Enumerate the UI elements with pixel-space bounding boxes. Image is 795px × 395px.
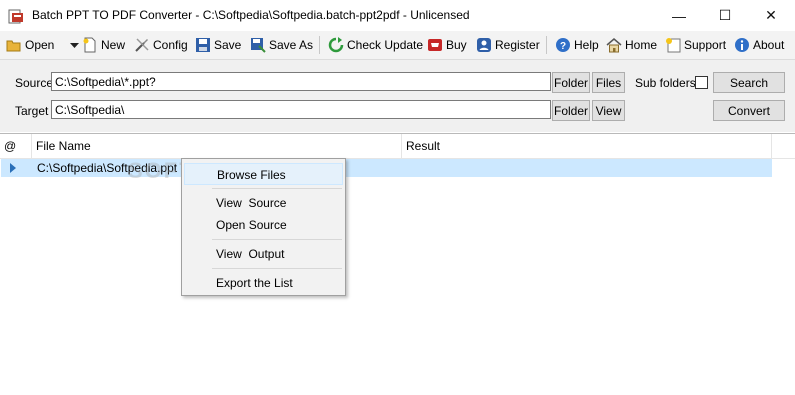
table-row[interactable]: C:\Softpedia\Softpedia.ppt — [1, 159, 772, 177]
home-icon — [606, 38, 622, 53]
target-folder-button[interactable]: Folder — [552, 100, 590, 121]
save-as-button[interactable]: Save As — [250, 34, 313, 56]
support-button[interactable]: Support — [665, 34, 726, 56]
file-list-grid[interactable]: @ File Name Result C:\Softpedia\Softpedi… — [0, 133, 795, 395]
menu-item-browse-files[interactable]: Browse Files — [184, 163, 343, 185]
title-bar: Batch PPT TO PDF Converter - C:\Softpedi… — [0, 0, 795, 31]
maximize-button[interactable]: ☐ — [702, 0, 748, 31]
column-header-result[interactable]: Result — [402, 134, 772, 158]
support-label: Support — [684, 38, 727, 52]
close-button[interactable]: ✕ — [748, 0, 794, 31]
target-view-button[interactable]: View — [592, 100, 625, 121]
menu-item-view-output[interactable]: View Output — [184, 243, 343, 265]
save-button[interactable]: Save — [195, 34, 241, 56]
toolbar-separator — [319, 36, 320, 54]
check-update-label: Check Update — [347, 38, 424, 52]
column-header-status[interactable]: @ — [0, 134, 32, 158]
config-label: Config — [153, 38, 188, 52]
convert-button[interactable]: Convert — [713, 100, 785, 121]
menu-item-open-source[interactable]: Open Source — [184, 214, 343, 236]
home-label: Home — [625, 38, 658, 52]
subfolders-checkbox[interactable] — [695, 76, 708, 89]
new-document-icon — [83, 37, 96, 53]
buy-button[interactable]: Buy — [427, 34, 467, 56]
chevron-down-icon — [70, 43, 79, 48]
row-pointer-icon — [10, 163, 16, 173]
help-label: Help — [574, 38, 599, 52]
svg-text:?: ? — [560, 41, 566, 52]
subfolders-label: Sub folders — [635, 76, 696, 90]
target-input[interactable]: C:\Softpedia\ — [51, 100, 551, 119]
floppy-save-as-icon — [251, 38, 266, 53]
menu-item-export-list[interactable]: Export the List — [184, 272, 343, 294]
refresh-icon — [328, 37, 344, 53]
source-label: Source — [15, 76, 54, 90]
open-label: Open — [25, 38, 55, 52]
home-button[interactable]: Home — [606, 34, 657, 56]
save-as-label: Save As — [269, 38, 314, 52]
source-files-button[interactable]: Files — [592, 72, 625, 93]
menu-item-view-source[interactable]: View Source — [184, 192, 343, 214]
open-button[interactable]: Open — [6, 34, 54, 56]
floppy-icon — [196, 38, 210, 52]
toolbar-separator — [546, 36, 547, 54]
target-label: Target — [15, 104, 49, 118]
context-menu: Browse Files View Source Open Source Vie… — [181, 158, 346, 296]
menu-separator — [212, 188, 342, 189]
source-input[interactable]: C:\Softpedia\*.ppt? — [51, 72, 551, 91]
tools-icon — [135, 38, 149, 52]
app-ppt-icon — [8, 9, 23, 24]
register-button[interactable]: Register — [476, 34, 540, 56]
about-button[interactable]: About — [734, 34, 784, 56]
window-title: Batch PPT TO PDF Converter - C:\Softpedi… — [32, 8, 470, 22]
source-target-panel: Source C:\Softpedia\*.ppt? Folder Files … — [0, 60, 795, 132]
buy-label: Buy — [446, 38, 467, 52]
help-button[interactable]: ? Help — [555, 34, 599, 56]
info-icon — [735, 38, 749, 52]
support-icon — [666, 38, 681, 53]
config-button[interactable]: Config — [134, 34, 188, 56]
save-label: Save — [214, 38, 242, 52]
cart-icon — [428, 39, 442, 51]
open-dropdown-arrow[interactable] — [67, 34, 83, 56]
user-icon — [477, 38, 491, 52]
menu-separator — [212, 239, 342, 240]
help-icon: ? — [556, 38, 570, 52]
new-button[interactable]: New — [82, 34, 125, 56]
search-button[interactable]: Search — [713, 72, 785, 93]
grid-header: @ File Name Result — [0, 134, 795, 159]
minimize-button[interactable]: — — [656, 0, 702, 31]
register-label: Register — [495, 38, 540, 52]
source-folder-button[interactable]: Folder — [552, 72, 590, 93]
toolbar: Open New Config Save Save As Check Updat… — [0, 31, 795, 60]
column-header-file-name[interactable]: File Name — [32, 134, 402, 158]
folder-open-icon — [6, 40, 21, 52]
about-label: About — [753, 38, 785, 52]
new-label: New — [101, 38, 126, 52]
check-update-button[interactable]: Check Update — [328, 34, 423, 56]
menu-separator — [212, 268, 342, 269]
